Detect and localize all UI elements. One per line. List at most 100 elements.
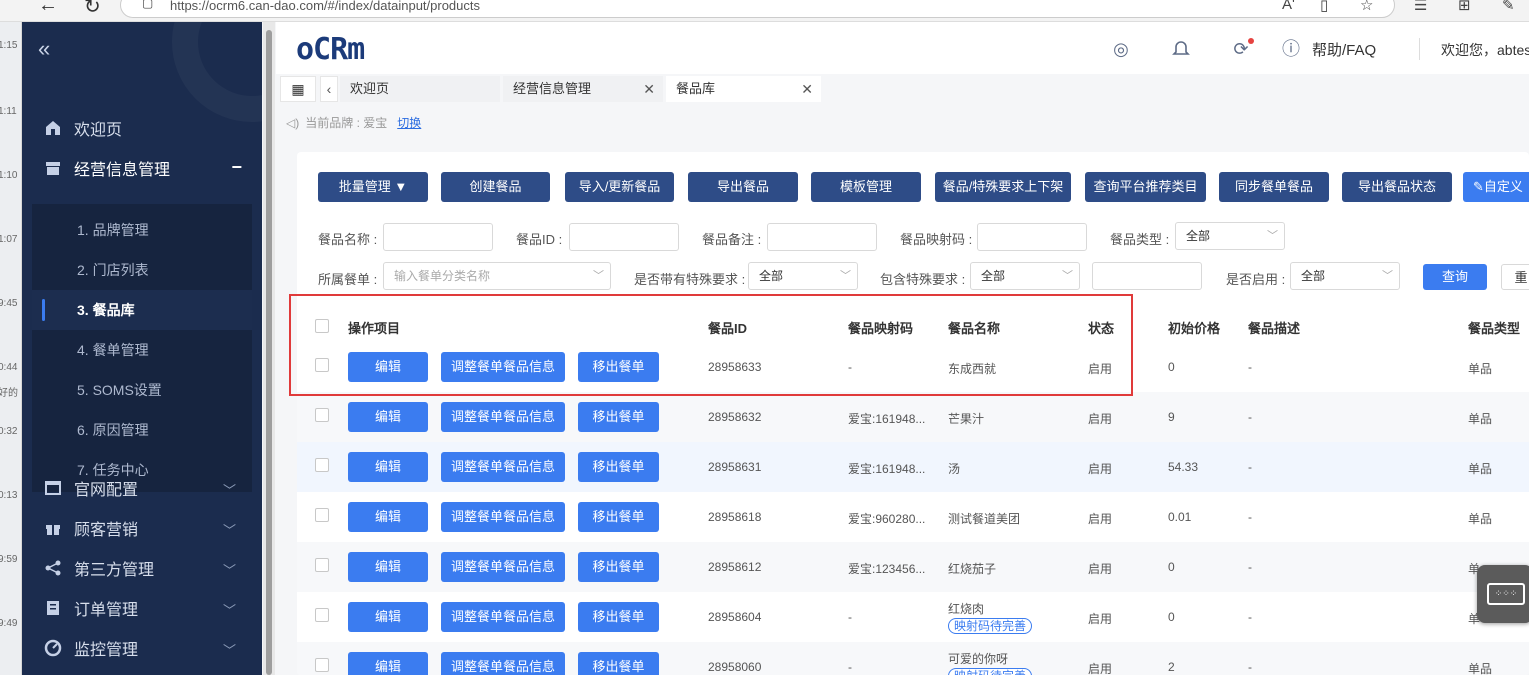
edit-button[interactable]: 编辑 (348, 552, 428, 582)
row-checkbox[interactable] (315, 658, 329, 672)
close-icon[interactable]: ✕ (801, 76, 813, 102)
collapse-icon[interactable]: « (38, 36, 50, 62)
refresh-icon[interactable]: ⟳ (1230, 38, 1254, 60)
menu-category-select[interactable]: 输入餐单分类名称 ﹀ (383, 262, 611, 290)
sidebar-subitem-menus[interactable]: 4. 餐单管理 (32, 330, 252, 370)
switch-brand-link[interactable]: 切换 (397, 116, 421, 130)
table-row[interactable]: 编辑调整餐单餐品信息移出餐单 28958060 - 可爱的你呀映射码待完善 启用 2 - 单品 (297, 642, 1529, 675)
sidebar-item-business-info[interactable]: 经营信息管理 − (22, 148, 262, 188)
reset-button[interactable]: 重 (1501, 264, 1529, 290)
row-checkbox[interactable] (315, 458, 329, 472)
sidebar-item-orders[interactable]: 订单管理 ﹀ (22, 588, 262, 628)
sidebar-subitem-products[interactable]: 3. 餐品库 (32, 290, 252, 330)
edit-button[interactable]: 编辑 (348, 602, 428, 632)
chevron-left-icon[interactable]: ‹ (320, 76, 338, 102)
edit-button[interactable]: 编辑 (348, 452, 428, 482)
shelf-toggle-button[interactable]: 餐品/特殊要求上下架 (935, 172, 1071, 202)
site-info-icon[interactable]: ▢ (142, 0, 153, 10)
tab-products[interactable]: 餐品库 ✕ (666, 76, 821, 102)
edit-button[interactable]: 编辑 (348, 402, 428, 432)
read-aloud-icon[interactable]: Aʹ (1282, 0, 1295, 13)
create-product-button[interactable]: 创建餐品 (441, 172, 550, 202)
table-row[interactable]: 编辑 调整餐单餐品信息 移出餐单 28958612 爱宝:123456... 红烧茄子 启用… (297, 542, 1529, 592)
query-button[interactable]: 查询 (1423, 264, 1487, 290)
adjust-menu-item-button[interactable]: 调整餐单餐品信息 (441, 402, 565, 432)
tab-welcome[interactable]: 欢迎页 (340, 76, 500, 102)
sync-menu-products-button[interactable]: 同步餐单餐品 (1219, 172, 1329, 202)
remove-from-menu-button[interactable]: 移出餐单 (578, 552, 659, 582)
adjust-menu-item-button[interactable]: 调整餐单餐品信息 (441, 452, 565, 482)
table-row[interactable]: 编辑 调整餐单餐品信息 移出餐单 28958631 爱宝:161948... 汤 启用 54.… (297, 442, 1529, 492)
chevron-down-icon: ﹀ (1062, 270, 1073, 282)
product-remark-input[interactable] (767, 223, 877, 251)
sidebar-subitem-soms[interactable]: 5. SOMS设置 (32, 370, 252, 410)
collapse-minus-icon[interactable]: − (231, 157, 242, 178)
export-products-button[interactable]: 导出餐品 (688, 172, 798, 202)
status: 启用 (1088, 662, 1113, 675)
strip-time: 0:13 (0, 490, 18, 501)
special-text-input[interactable] (1092, 262, 1202, 290)
chevron-down-icon: ﹀ (222, 563, 236, 578)
favorite-icon[interactable]: ☆ (1360, 0, 1373, 14)
collections-icon[interactable]: ⊞ (1458, 0, 1471, 14)
adjust-menu-item-button[interactable]: 调整餐单餐品信息 (441, 652, 565, 675)
url-text[interactable]: https://ocrm6.can-dao.com/#/index/datain… (170, 0, 480, 13)
bell-icon[interactable] (1170, 38, 1192, 60)
help-icon[interactable]: ⓘ (1280, 38, 1302, 60)
help-link[interactable]: 帮助/FAQ (1312, 39, 1376, 60)
table-row[interactable]: 编辑 调整餐单餐品信息 移出餐单 28958604- 红烧肉 映射码待完善 启用 0- 单 (297, 592, 1529, 642)
scrollbar-thumb[interactable] (266, 30, 272, 675)
adjust-menu-item-button[interactable]: 调整餐单餐品信息 (441, 502, 565, 532)
favorites-bar-icon[interactable]: ☰ (1414, 0, 1427, 14)
row-checkbox[interactable] (315, 408, 329, 422)
sidebar-subitem-brand[interactable]: 1. 品牌管理 (32, 210, 252, 250)
product-type-select[interactable]: 全部 ﹀ (1175, 222, 1285, 250)
contains-special-select[interactable]: 全部 ﹀ (970, 262, 1080, 290)
remove-from-menu-button[interactable]: 移出餐单 (578, 452, 659, 482)
welcome-user[interactable]: 欢迎您，abtes (1441, 40, 1529, 60)
has-special-select[interactable]: 全部 ﹀ (748, 262, 858, 290)
sidebar-scrollbar[interactable] (263, 22, 275, 675)
product-id-input[interactable] (569, 223, 679, 251)
reload-icon[interactable]: ↻ (84, 0, 101, 19)
row-checkbox[interactable] (315, 608, 329, 622)
sidebar-item-marketing[interactable]: 顾客营销 ﹀ (22, 508, 262, 548)
grid-menu-icon[interactable]: ▦ (280, 76, 316, 102)
enabled-select[interactable]: 全部 ﹀ (1290, 262, 1400, 290)
remove-from-menu-button[interactable]: 移出餐单 (578, 652, 659, 675)
edit-button[interactable]: 编辑 (348, 652, 428, 675)
export-status-button[interactable]: 导出餐品状态 (1342, 172, 1452, 202)
remove-from-menu-button[interactable]: 移出餐单 (578, 502, 659, 532)
sidebar-subitem-reasons[interactable]: 6. 原因管理 (32, 410, 252, 450)
sidebar-item-monitor[interactable]: 监控管理 ﹀ (22, 628, 262, 668)
adjust-menu-item-button[interactable]: 调整餐单餐品信息 (441, 552, 565, 582)
map-code-input[interactable] (977, 223, 1087, 251)
close-icon[interactable]: ✕ (643, 76, 655, 102)
batch-manage-button[interactable]: 批量管理 ▼ (318, 172, 428, 202)
sidebar-item-third-party[interactable]: 第三方管理 ﹀ (22, 548, 262, 588)
product-name-input[interactable] (383, 223, 493, 251)
row-checkbox[interactable] (315, 558, 329, 572)
remove-from-menu-button[interactable]: 移出餐单 (578, 402, 659, 432)
keyboard-icon[interactable]: ⁘⁘⁘ (1477, 565, 1529, 623)
reader-view-icon[interactable]: ▯ (1320, 0, 1328, 14)
sidebar-subitem-stores[interactable]: 2. 门店列表 (32, 250, 252, 290)
back-icon[interactable]: ← (38, 0, 58, 17)
product-name: 汤 (948, 462, 961, 476)
adjust-menu-item-button[interactable]: 调整餐单餐品信息 (441, 602, 565, 632)
sync-icon[interactable]: ◎ (1110, 38, 1132, 60)
table-row[interactable]: 编辑 调整餐单餐品信息 移出餐单 28958632 爱宝:161948... 芒果汁 启用 9… (297, 392, 1529, 442)
sidebar-item-website[interactable]: 官网配置 ﹀ (22, 468, 262, 508)
sidebar-item-welcome[interactable]: 欢迎页 (22, 108, 262, 148)
query-recommend-button[interactable]: 查询平台推荐类目 (1085, 172, 1206, 202)
row-checkbox[interactable] (315, 508, 329, 522)
import-update-button[interactable]: 导入/更新餐品 (565, 172, 674, 202)
remove-from-menu-button[interactable]: 移出餐单 (578, 602, 659, 632)
customize-button[interactable]: ✎自定义 (1463, 172, 1529, 202)
table-row[interactable]: 编辑 调整餐单餐品信息 移出餐单 28958618 爱宝:960280... 测试餐道美团… (297, 492, 1529, 542)
tab-business-info[interactable]: 经营信息管理 ✕ (503, 76, 663, 102)
extensions-icon[interactable]: ✎ (1502, 0, 1515, 14)
edit-button[interactable]: 编辑 (348, 502, 428, 532)
template-manage-button[interactable]: 模板管理 (811, 172, 921, 202)
app-logo[interactable]: oCRm (296, 32, 365, 67)
